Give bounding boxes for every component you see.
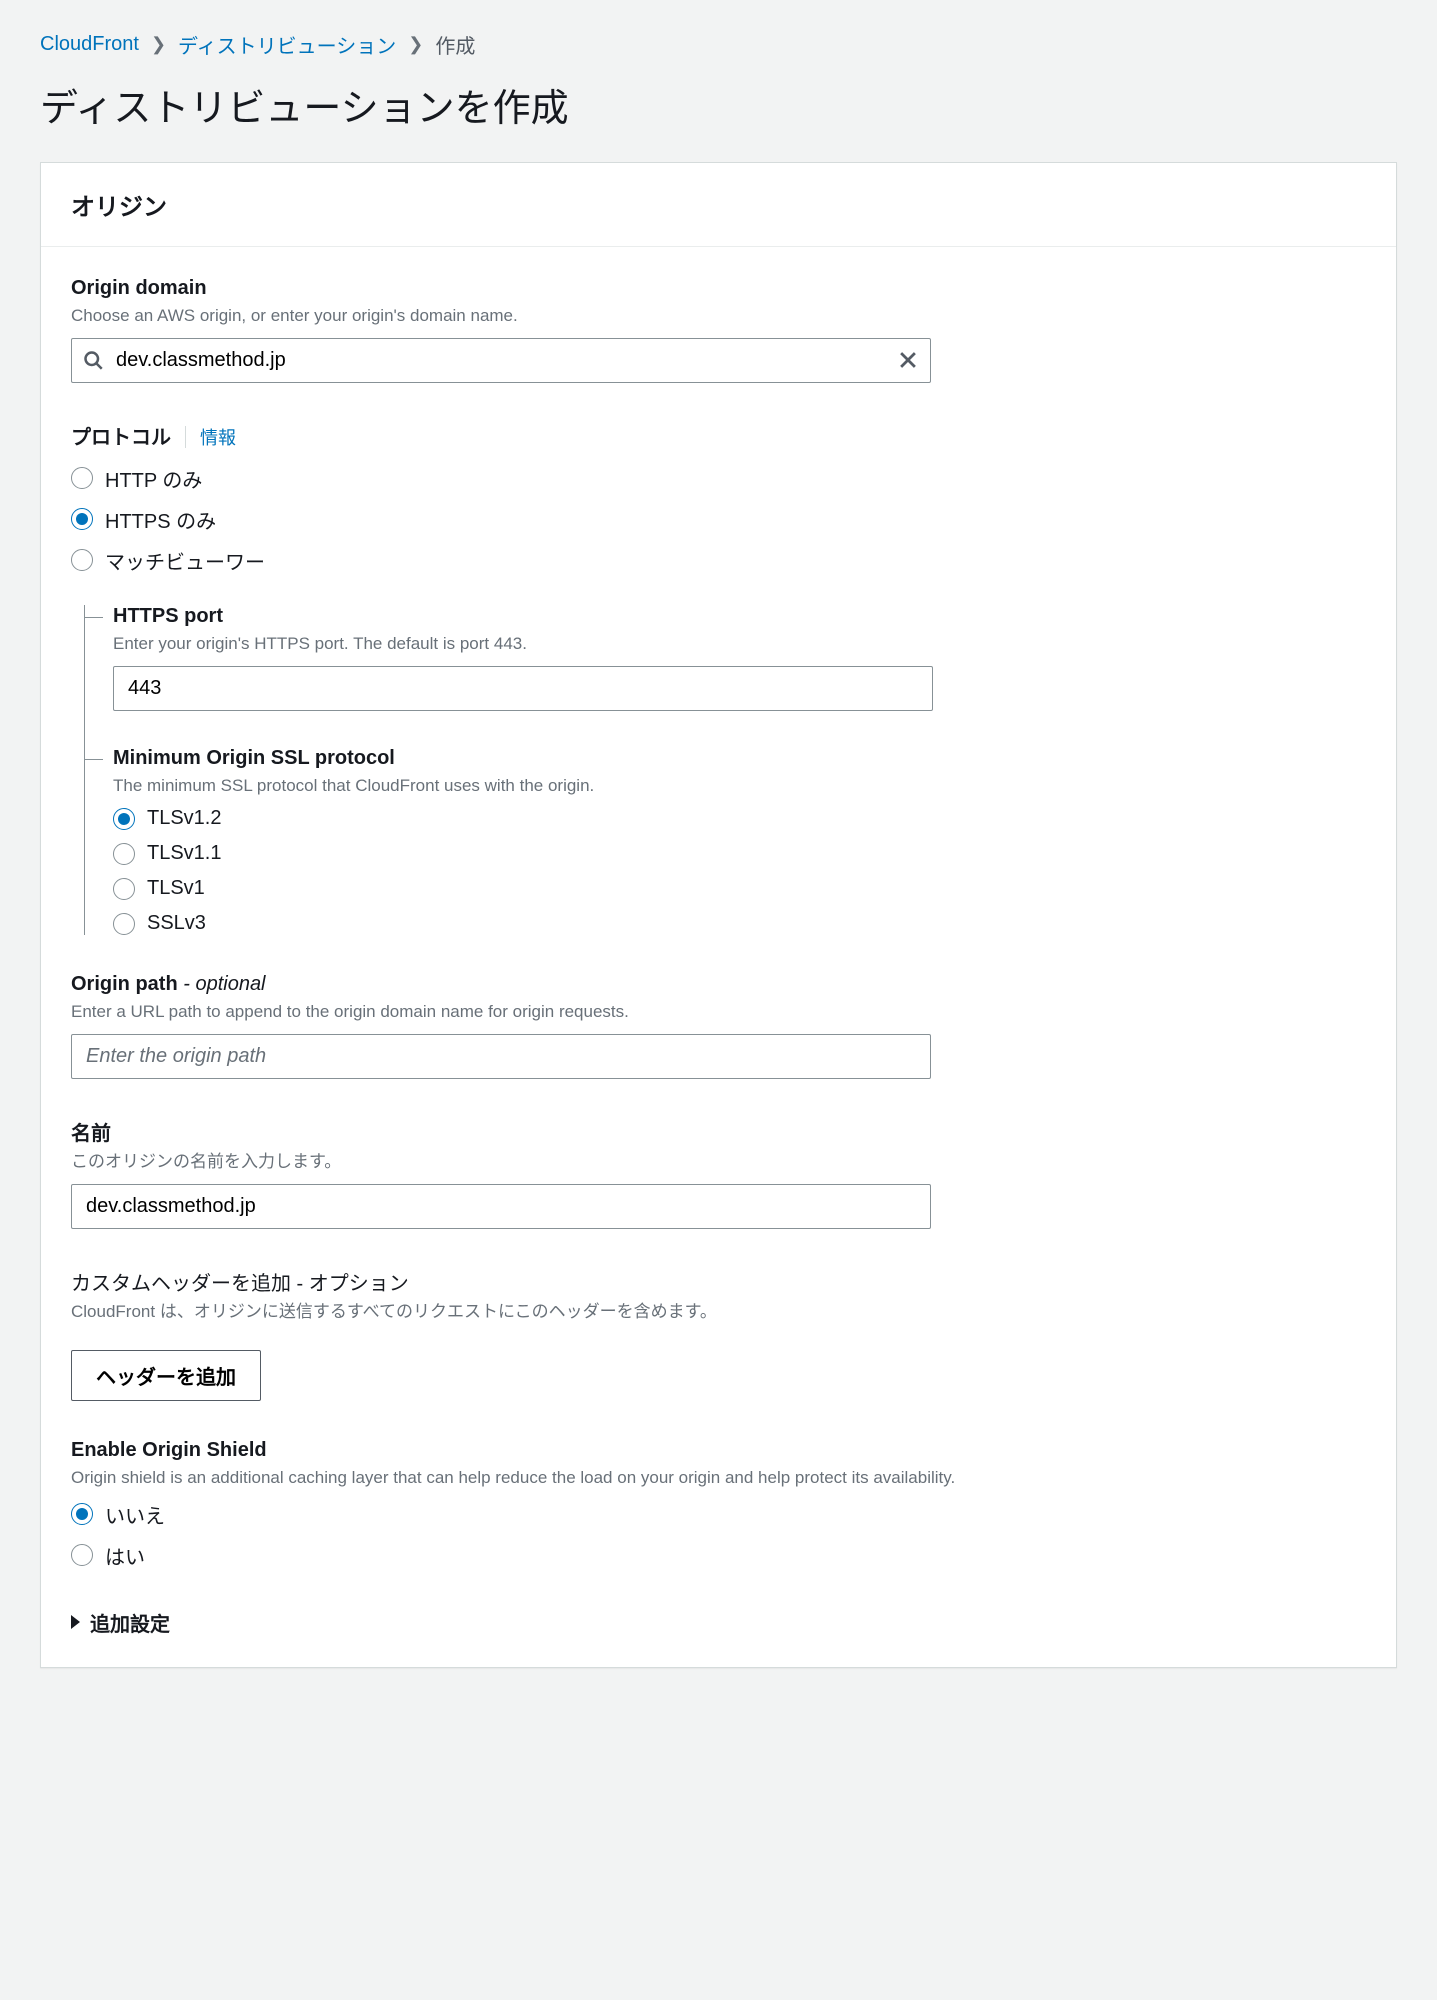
search-icon — [83, 350, 103, 370]
origin-path-help: Enter a URL path to append to the origin… — [71, 1000, 1366, 1024]
protocol-radio-group: HTTP のみ HTTPS のみ マッチビューワー — [71, 464, 1366, 575]
radio-icon — [71, 1503, 93, 1525]
radio-icon — [113, 913, 135, 935]
radio-icon — [71, 508, 93, 530]
panel-title: オリジン — [71, 187, 1366, 222]
https-nested-settings: HTTPS port Enter your origin's HTTPS por… — [84, 605, 1366, 936]
protocol-label: プロトコル — [71, 421, 171, 450]
radio-sslv3[interactable]: SSLv3 — [113, 912, 1366, 935]
field-origin-path: Origin path - optional Enter a URL path … — [71, 973, 1366, 1079]
field-origin-shield: Enable Origin Shield Origin shield is an… — [71, 1439, 1366, 1570]
custom-header-label: カスタムヘッダーを追加 - オプション — [71, 1267, 1366, 1296]
chevron-right-icon: ❯ — [408, 34, 423, 55]
https-port-help: Enter your origin's HTTPS port. The defa… — [113, 632, 1366, 656]
radio-label: いいえ — [105, 1500, 165, 1529]
radio-label: はい — [105, 1541, 145, 1570]
origin-shield-help: Origin shield is an additional caching l… — [71, 1466, 1366, 1490]
field-origin-domain: Origin domain Choose an AWS origin, or e… — [71, 277, 1366, 383]
radio-tlsv1[interactable]: TLSv1 — [113, 877, 1366, 900]
radio-shield-yes[interactable]: はい — [71, 1541, 1366, 1570]
radio-icon — [71, 549, 93, 571]
radio-http-only[interactable]: HTTP のみ — [71, 464, 1366, 493]
radio-tlsv12[interactable]: TLSv1.2 — [113, 807, 1366, 830]
origin-domain-input[interactable] — [71, 338, 931, 383]
breadcrumb-root[interactable]: CloudFront — [40, 33, 139, 56]
radio-label: HTTP のみ — [105, 464, 202, 493]
field-ssl-protocol: Minimum Origin SSL protocol The minimum … — [85, 747, 1366, 936]
breadcrumb-current: 作成 — [435, 30, 475, 59]
custom-header-help: CloudFront は、オリジンに送信するすべてのリクエストにこのヘッダーを含… — [71, 1300, 1366, 1324]
field-custom-header: カスタムヘッダーを追加 - オプション CloudFront は、オリジンに送信… — [71, 1267, 1366, 1401]
origin-domain-help: Choose an AWS origin, or enter your orig… — [71, 304, 1366, 328]
breadcrumb: CloudFront ❯ ディストリビューション ❯ 作成 — [40, 30, 1397, 59]
radio-tlsv11[interactable]: TLSv1.1 — [113, 842, 1366, 865]
origin-shield-radio-group: いいえ はい — [71, 1500, 1366, 1570]
origin-path-label: Origin path - optional — [71, 973, 1366, 996]
radio-label: マッチビューワー — [105, 546, 265, 575]
https-port-input[interactable] — [113, 666, 933, 711]
radio-icon — [113, 878, 135, 900]
panel-header: オリジン — [41, 163, 1396, 247]
additional-settings-label: 追加設定 — [90, 1608, 170, 1637]
radio-icon — [113, 808, 135, 830]
breadcrumb-distributions[interactable]: ディストリビューション — [178, 30, 396, 59]
radio-label: TLSv1.2 — [147, 807, 221, 830]
radio-https-only[interactable]: HTTPS のみ — [71, 505, 1366, 534]
field-protocol: プロトコル 情報 HTTP のみ HTTPS のみ マッチビューワー — [71, 421, 1366, 936]
origin-domain-label: Origin domain — [71, 277, 1366, 300]
name-label: 名前 — [71, 1117, 1366, 1146]
ssl-protocol-label: Minimum Origin SSL protocol — [113, 747, 1366, 770]
divider — [185, 426, 186, 448]
info-link[interactable]: 情報 — [200, 424, 236, 450]
radio-icon — [71, 1544, 93, 1566]
field-name: 名前 このオリジンの名前を入力します。 — [71, 1117, 1366, 1229]
field-https-port: HTTPS port Enter your origin's HTTPS por… — [85, 605, 1366, 711]
https-port-label: HTTPS port — [113, 605, 1366, 628]
radio-label: TLSv1 — [147, 877, 205, 900]
radio-shield-no[interactable]: いいえ — [71, 1500, 1366, 1529]
caret-right-icon — [71, 1615, 80, 1629]
ssl-protocol-radio-group: TLSv1.2 TLSv1.1 TLSv1 SSLv3 — [113, 807, 1366, 935]
name-help: このオリジンの名前を入力します。 — [71, 1150, 1366, 1174]
additional-settings-toggle[interactable]: 追加設定 — [71, 1608, 1366, 1637]
radio-label: TLSv1.1 — [147, 842, 221, 865]
origin-panel: オリジン Origin domain Choose an AWS origin,… — [40, 162, 1397, 1668]
radio-label: SSLv3 — [147, 912, 206, 935]
radio-icon — [113, 843, 135, 865]
origin-shield-label: Enable Origin Shield — [71, 1439, 1366, 1462]
clear-icon[interactable] — [897, 349, 919, 371]
radio-match-viewer[interactable]: マッチビューワー — [71, 546, 1366, 575]
radio-label: HTTPS のみ — [105, 505, 216, 534]
chevron-right-icon: ❯ — [151, 34, 166, 55]
page-title: ディストリビューションを作成 — [40, 77, 1397, 132]
origin-path-input[interactable] — [71, 1034, 931, 1079]
name-input[interactable] — [71, 1184, 931, 1229]
radio-icon — [71, 467, 93, 489]
ssl-protocol-help: The minimum SSL protocol that CloudFront… — [113, 774, 1366, 798]
add-header-button[interactable]: ヘッダーを追加 — [71, 1350, 261, 1401]
